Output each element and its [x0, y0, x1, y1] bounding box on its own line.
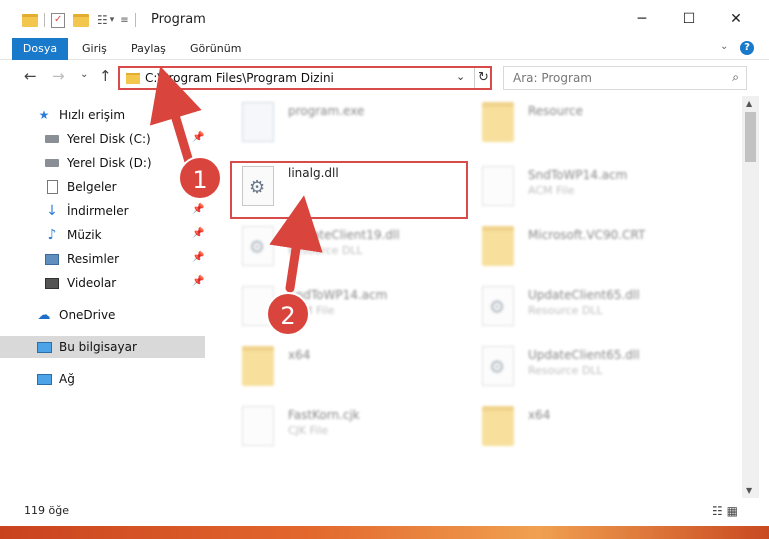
- arrow-1: [149, 66, 202, 170]
- step-2-badge: 2: [266, 292, 310, 336]
- annotation-arrows: [149, 66, 323, 293]
- arrow-2: [269, 195, 323, 293]
- step-1-badge: 1: [178, 156, 222, 200]
- explorer-window: ✓ ☷ ▾ ≡ Program ─ ☐ ✕ Dosya Giriş Paylaş…: [0, 0, 769, 526]
